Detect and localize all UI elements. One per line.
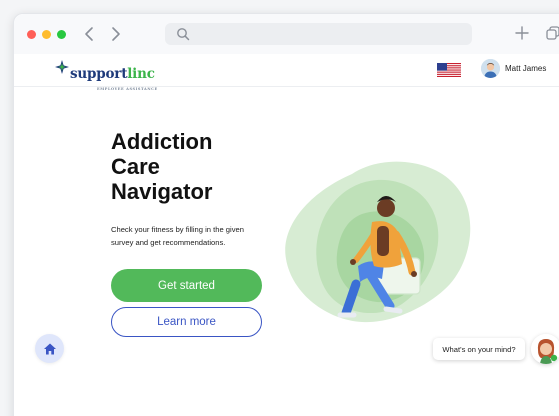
person-sitting-illustration — [285, 161, 471, 323]
maximize-window-button[interactable] — [57, 30, 66, 39]
title-line: Care — [111, 154, 160, 179]
browser-window: supportlinc EMPLOYEE ASSISTANCE Matt Jam… — [13, 13, 559, 416]
logo-text-primary: support — [70, 66, 128, 82]
supportlinc-logo[interactable]: supportlinc EMPLOYEE ASSISTANCE — [55, 58, 157, 91]
title-line: Navigator — [111, 179, 213, 204]
back-arrow-icon[interactable] — [82, 25, 98, 43]
logo-star-icon — [55, 60, 69, 74]
minimize-window-button[interactable] — [42, 30, 51, 39]
learn-more-button[interactable]: Learn more — [111, 307, 262, 337]
user-name[interactable]: Matt James — [505, 64, 546, 73]
search-icon — [177, 28, 190, 41]
address-bar[interactable] — [165, 23, 472, 45]
home-icon — [43, 343, 56, 354]
page-title: Addiction Care Navigator — [111, 129, 261, 204]
user-avatar[interactable] — [481, 59, 500, 78]
tabs-icon[interactable] — [545, 25, 559, 41]
browser-toolbar — [14, 14, 559, 54]
forward-arrow-icon[interactable] — [107, 25, 123, 43]
app-header: supportlinc EMPLOYEE ASSISTANCE Matt Jam… — [14, 54, 559, 91]
logo-text-accent: linc — [127, 66, 155, 82]
get-started-button[interactable]: Get started — [111, 269, 262, 302]
us-flag-icon[interactable] — [437, 63, 461, 77]
plus-icon[interactable] — [514, 25, 530, 41]
logo-tagline: EMPLOYEE ASSISTANCE — [97, 87, 158, 91]
address-input[interactable] — [195, 26, 465, 42]
home-button[interactable] — [35, 334, 64, 363]
close-window-button[interactable] — [27, 30, 36, 39]
chat-assistant-avatar[interactable] — [531, 334, 559, 364]
chat-prompt-bubble[interactable]: What's on your mind? — [433, 338, 525, 360]
hero-description: Check your fitness by filling in the giv… — [111, 225, 244, 247]
title-line: Addiction — [111, 129, 213, 154]
